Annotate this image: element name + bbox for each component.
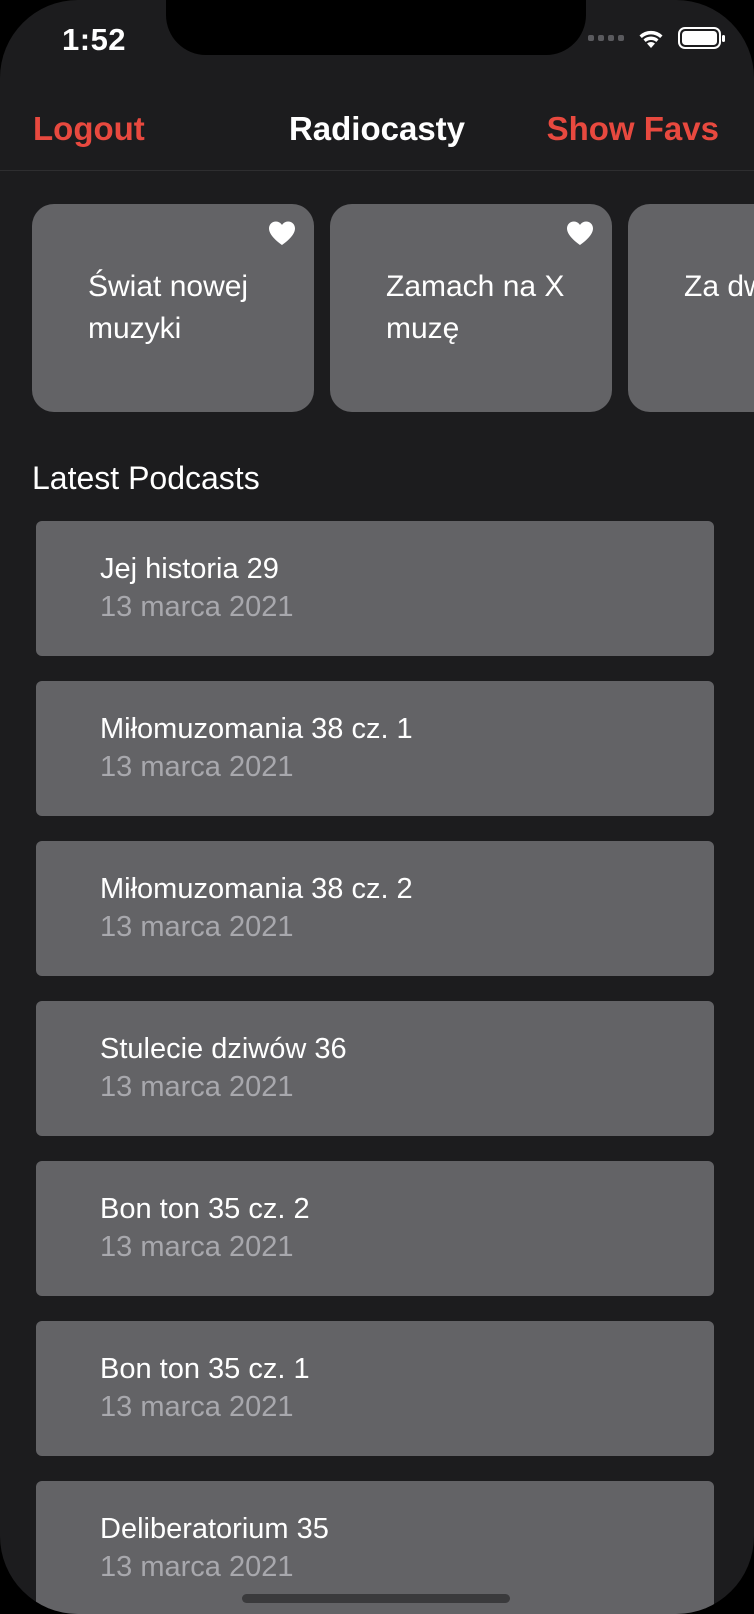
podcast-title: Bon ton 35 cz. 1 bbox=[100, 1353, 310, 1385]
podcast-title: Deliberatorium 35 bbox=[100, 1513, 329, 1545]
favorite-title: Zamach na X muzę bbox=[386, 270, 565, 345]
device-frame: 1:52 Logout Radiocasty Show Favs Świat n… bbox=[0, 0, 754, 1614]
favorite-card[interactable]: Za dwa week... bbox=[628, 204, 754, 412]
app-screen: 1:52 Logout Radiocasty Show Favs Świat n… bbox=[0, 0, 754, 1614]
favorite-card[interactable]: Świat nowej muzyki bbox=[32, 204, 314, 412]
podcast-title: Miłomuzomania 38 cz. 2 bbox=[100, 873, 413, 905]
podcast-list[interactable]: Jej historia 29 13 marca 2021 Miłomuzoma… bbox=[36, 521, 714, 1614]
podcast-row[interactable]: Miłomuzomania 38 cz. 1 13 marca 2021 bbox=[36, 681, 714, 816]
podcast-date: 13 marca 2021 bbox=[100, 911, 294, 943]
cellular-signal-icon bbox=[588, 35, 624, 41]
podcast-date: 13 marca 2021 bbox=[100, 1551, 294, 1583]
status-time: 1:52 bbox=[62, 22, 127, 57]
heart-icon[interactable] bbox=[566, 220, 594, 246]
heart-icon[interactable] bbox=[268, 220, 296, 246]
podcast-date: 13 marca 2021 bbox=[100, 1231, 294, 1263]
navigation-bar: Logout Radiocasty Show Favs bbox=[0, 88, 754, 171]
podcast-date: 13 marca 2021 bbox=[100, 751, 294, 783]
favorites-carousel[interactable]: Świat nowej muzyki Zamach na X muzę Za d… bbox=[32, 204, 754, 412]
podcast-date: 13 marca 2021 bbox=[100, 1391, 294, 1423]
podcast-row[interactable]: Bon ton 35 cz. 1 13 marca 2021 bbox=[36, 1321, 714, 1456]
podcast-title: Bon ton 35 cz. 2 bbox=[100, 1193, 310, 1225]
podcast-row[interactable]: Bon ton 35 cz. 2 13 marca 2021 bbox=[36, 1161, 714, 1296]
show-favs-button[interactable]: Show Favs bbox=[547, 110, 719, 148]
home-indicator[interactable] bbox=[242, 1594, 510, 1603]
podcast-title: Stulecie dziwów 36 bbox=[100, 1033, 347, 1065]
favorite-title: Za dwa week... bbox=[684, 270, 754, 303]
podcast-row[interactable]: Jej historia 29 13 marca 2021 bbox=[36, 521, 714, 656]
podcast-title: Jej historia 29 bbox=[100, 553, 279, 585]
podcast-row[interactable]: Miłomuzomania 38 cz. 2 13 marca 2021 bbox=[36, 841, 714, 976]
podcast-row[interactable]: Stulecie dziwów 36 13 marca 2021 bbox=[36, 1001, 714, 1136]
status-icons bbox=[588, 26, 726, 50]
wifi-icon bbox=[639, 30, 663, 48]
battery-icon bbox=[678, 27, 725, 49]
podcast-date: 13 marca 2021 bbox=[100, 591, 294, 623]
podcast-title: Miłomuzomania 38 cz. 1 bbox=[100, 713, 413, 745]
section-title: Latest Podcasts bbox=[32, 460, 260, 496]
podcast-date: 13 marca 2021 bbox=[100, 1071, 294, 1103]
device-notch bbox=[166, 0, 586, 55]
favorite-card[interactable]: Zamach na X muzę bbox=[330, 204, 612, 412]
favorite-title: Świat nowej muzyki bbox=[88, 270, 249, 345]
